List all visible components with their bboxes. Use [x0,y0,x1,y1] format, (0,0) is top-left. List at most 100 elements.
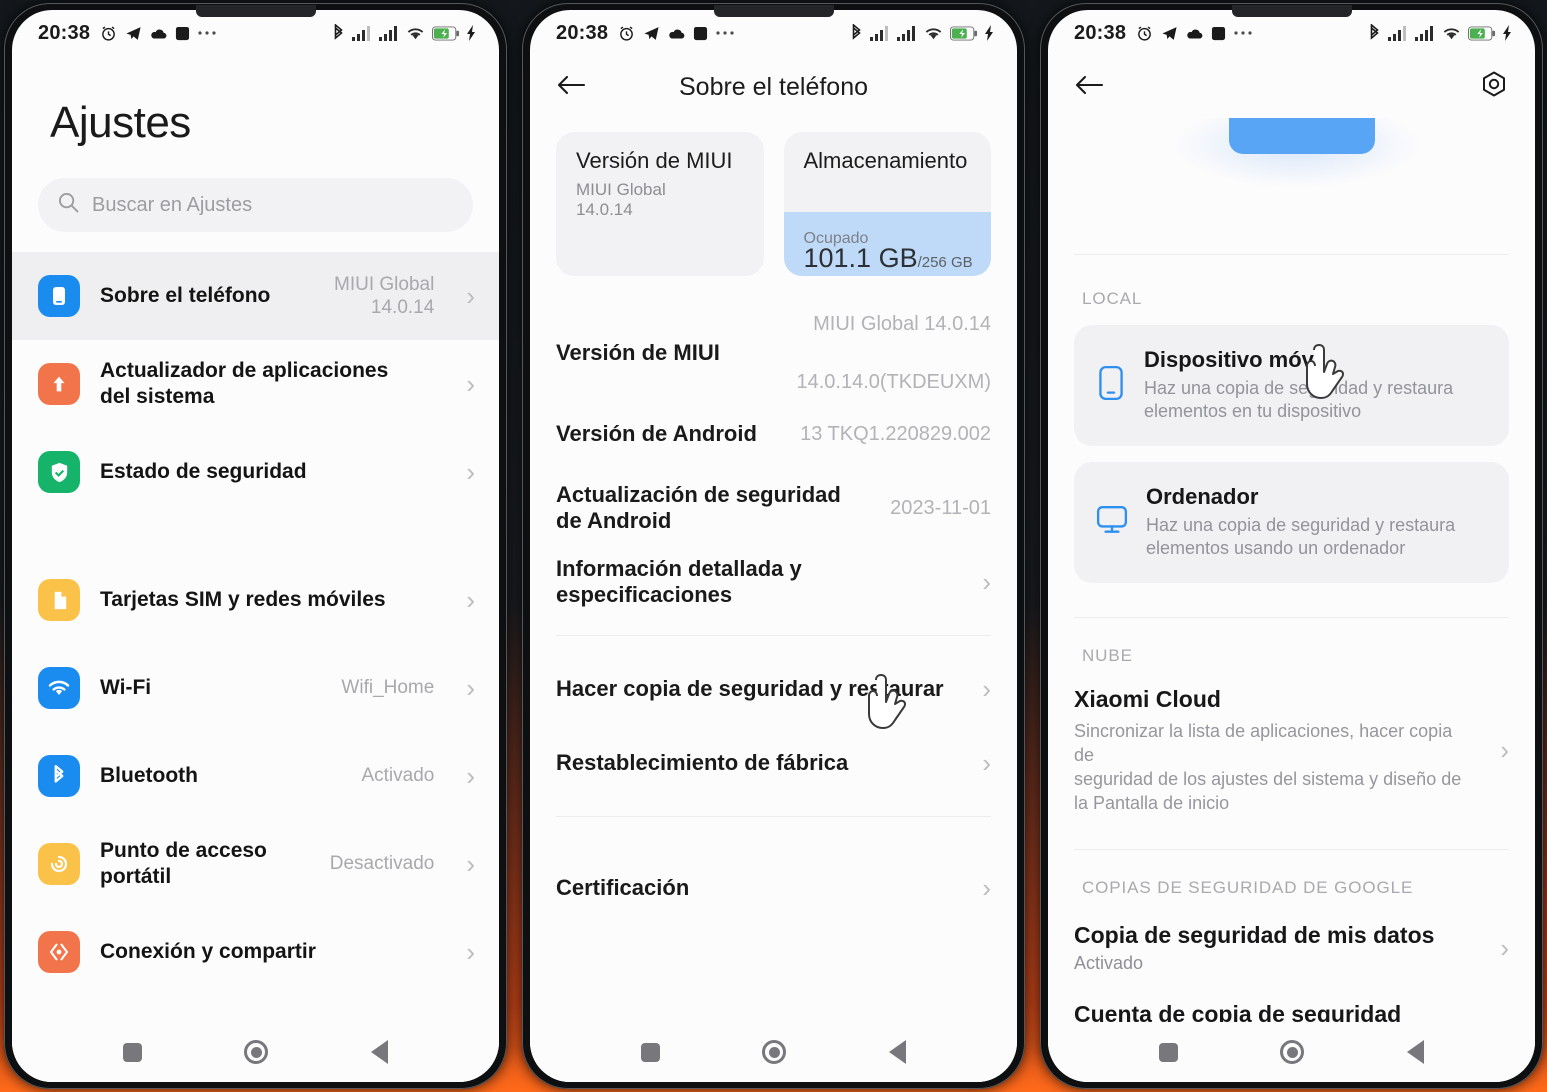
navigation-bar [12,1022,499,1082]
miui-version-card[interactable]: Versión de MIUI MIUI Global 14.0.14 [556,132,764,276]
sidebar-item-wifi[interactable]: Wi-Fi Wifi_Home › [12,644,499,732]
sidebar-item-value: Desactivado [329,853,435,875]
more-icon [716,30,734,36]
info-row-detailed-specs[interactable]: Información detallada y especificaciones… [530,545,1017,619]
telegram-icon [1161,25,1178,42]
action-row-factory-reset[interactable]: Restablecimiento de fábrica › [530,726,1017,800]
signal-1-icon [1388,25,1408,41]
chevron-right-icon: › [982,674,991,704]
alarm-icon [100,25,117,42]
sidebar-item-punto-acceso[interactable]: Punto de acceso portátil Desactivado › [12,820,499,908]
status-bar: 20:38 [12,10,499,56]
chevron-right-icon: › [982,567,991,597]
chevron-right-icon: › [466,585,475,615]
more-icon [198,30,216,36]
back-arrow-icon[interactable] [556,72,586,102]
cert-list: Certificación › [530,851,1017,925]
bluetooth-icon [332,24,345,42]
home-button-icon[interactable] [244,1040,269,1064]
home-button-icon[interactable] [1280,1040,1305,1064]
sidebar-item-label: Actualizador de aplicaciones del sistema [100,359,389,408]
google-row-backup-account[interactable]: Cuenta de copia de seguridad [1048,1002,1535,1022]
info-row-value: 2023-11-01 [890,496,991,519]
square-icon [1211,26,1226,41]
sidebar-item-tarjetas-sim[interactable]: Tarjetas SIM y redes móviles › [12,556,499,644]
bluetooth-icon [38,755,80,797]
status-bar-left: 20:38 [556,22,734,45]
wifi-icon [1442,26,1461,41]
info-row-value: 13 TKQ1.220829.002 [800,422,991,445]
backup-option-body: Ordenador Haz una copia de seguridad y r… [1146,484,1489,561]
info-row-security-update: Actualización de seguridad de Android 20… [530,471,1017,545]
sidebar-item-bluetooth[interactable]: Bluetooth Activado › [12,732,499,820]
battery-charging-icon [432,26,460,41]
sidebar-item-label: Wi-Fi [100,676,152,700]
recents-button-icon[interactable] [1159,1042,1179,1062]
back-button-icon[interactable] [1406,1040,1424,1064]
storage-used: 101.1 GB [803,243,918,273]
gear-icon[interactable] [1479,70,1509,105]
action-row-label: Hacer copia de seguridad y restaurar [556,675,944,701]
chevron-right-icon: › [466,673,475,703]
section-label-google: COPIAS DE SEGURIDAD DE GOOGLE [1082,878,1414,897]
sidebar-item-actualizador-aplicaciones[interactable]: Actualizador de aplicaciones del sistema… [12,340,499,428]
cloud-row-xiaomi-cloud[interactable]: Xiaomi Cloud Sincronizar la lista de apl… [1048,686,1535,815]
cloud-icon [150,27,167,40]
desktop-monitor-icon [1096,504,1128,541]
page-title: Ajustes [50,98,191,147]
recents-button-icon[interactable] [641,1042,661,1062]
chevron-right-icon: › [1500,933,1509,963]
phone-screen-backup-restore: 20:38 LOCAL Dispositivo móvil Haz una co… [1048,10,1535,1082]
wifi-icon [924,26,943,41]
recents-button-icon[interactable] [123,1042,143,1062]
google-row-title: Copia de seguridad de mis datos [1074,922,1435,948]
sidebar-item-sobre-el-telefono[interactable]: Sobre el teléfono MIUI Global 14.0.14 › [12,252,499,340]
cloud-icon [668,27,685,40]
action-row-backup-restore[interactable]: Hacer copia de seguridad y restaurar › [530,652,1017,726]
chevron-right-icon: › [1500,735,1509,766]
action-row-label: Certificación [556,874,690,900]
search-placeholder: Buscar en Ajustes [92,193,253,216]
back-button-icon[interactable] [370,1040,388,1064]
info-list: Versión de MIUI MIUI Global 14.0.14 14.0… [530,310,1017,619]
status-bar-left: 20:38 [38,22,216,45]
action-row-label: Restablecimiento de fábrica [556,749,849,775]
backup-option-computer[interactable]: Ordenador Haz una copia de seguridad y r… [1074,461,1509,583]
divider [1074,254,1509,255]
storage-card[interactable]: Almacenamiento Ocupado 101.1 GB/256 GB [783,132,991,276]
phone-screen-about-phone: 20:38 Sobre el teléfono Versión de MIUI … [530,10,1017,1082]
search-input[interactable]: Buscar en Ajustes [38,178,473,232]
backup-option-desc: Haz una copia de seguridad y restaura el… [1144,378,1454,422]
status-time: 20:38 [1074,21,1127,44]
back-arrow-icon[interactable] [1074,72,1104,102]
chevron-right-icon: › [466,849,475,879]
phone-frame-3: 20:38 LOCAL Dispositivo móvil Haz una co… [1040,3,1543,1089]
mobile-device-icon [1096,365,1126,406]
sidebar-item-estado-seguridad[interactable]: Estado de seguridad › [12,428,499,516]
backup-option-mobile-device[interactable]: Dispositivo móvil Haz una copia de segur… [1074,325,1509,446]
signal-2-icon [379,25,399,41]
chevron-right-icon: › [466,281,475,311]
navigation-bar [530,1022,1017,1082]
divider [556,816,991,817]
back-button-icon[interactable] [888,1040,906,1064]
cloud-row-desc: Sincronizar la lista de aplicaciones, ha… [1074,720,1462,813]
backup-box-graphic [1166,118,1427,190]
divider [1074,849,1509,850]
sim-card-icon [38,579,80,621]
google-row-backup-my-data[interactable]: Copia de seguridad de mis datos Activado… [1048,922,1535,974]
backup-option-body: Dispositivo móvil Haz una copia de segur… [1144,347,1489,424]
square-icon [693,26,708,41]
hotspot-icon [38,843,80,885]
status-bar-left: 20:38 [1074,22,1252,45]
sidebar-item-conexion-compartir[interactable]: Conexión y compartir › [12,908,499,996]
battery-charging-icon [950,26,978,41]
action-row-certification[interactable]: Certificación › [530,851,1017,925]
signal-1-icon [352,25,372,41]
storage-total: /256 GB [917,254,973,271]
home-button-icon[interactable] [762,1040,787,1064]
google-row-sub: Activado [1074,953,1144,973]
google-row-body: Cuenta de copia de seguridad [1074,1002,1509,1022]
